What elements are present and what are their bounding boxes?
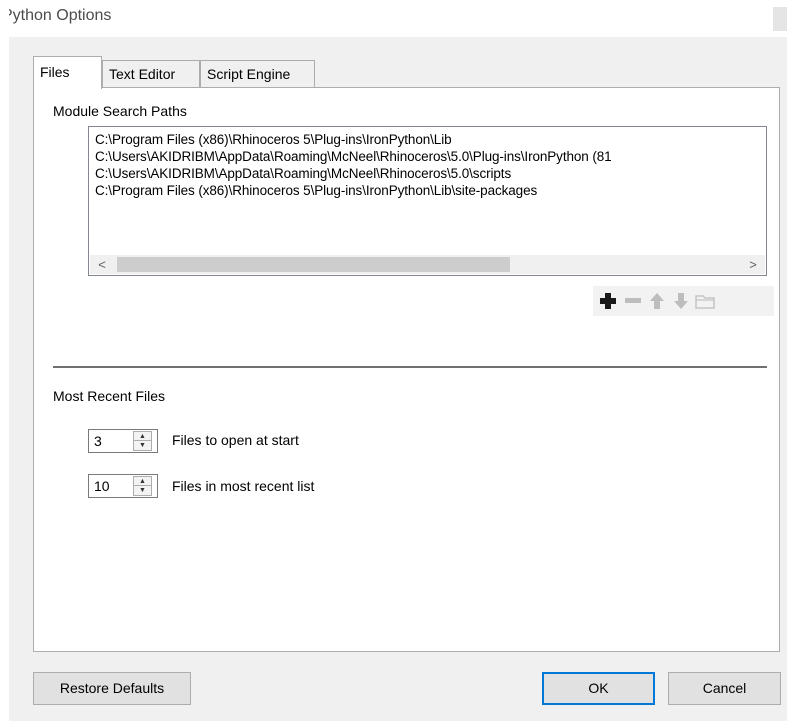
files-in-list-stepper[interactable]: 10 ▲ ▼ bbox=[88, 474, 158, 498]
add-icon[interactable] bbox=[597, 290, 619, 312]
window-title: Python Options bbox=[2, 7, 112, 24]
files-to-open-spin-buttons[interactable]: ▲ ▼ bbox=[133, 431, 152, 451]
tab-script-engine[interactable]: Script Engine bbox=[200, 60, 315, 88]
close-button[interactable] bbox=[773, 7, 787, 31]
tab-files[interactable]: Files bbox=[33, 56, 102, 89]
list-item[interactable]: C:\Users\AKIDRIBM\AppData\Roaming\McNeel… bbox=[95, 149, 612, 164]
remove-icon[interactable] bbox=[622, 290, 644, 312]
tab-text-editor[interactable]: Text Editor bbox=[102, 60, 200, 88]
tab-files-label: Files bbox=[40, 64, 70, 80]
scroll-left-button[interactable]: < bbox=[92, 255, 112, 274]
move-up-icon[interactable] bbox=[646, 290, 668, 312]
list-item[interactable]: C:\Program Files (x86)\Rhinoceros 5\Plug… bbox=[95, 132, 452, 147]
files-in-list-value[interactable]: 10 bbox=[94, 478, 110, 494]
module-search-paths-list[interactable]: C:\Program Files (x86)\Rhinoceros 5\Plug… bbox=[88, 126, 767, 276]
ok-button[interactable]: OK bbox=[542, 672, 655, 705]
list-item[interactable]: C:\Program Files (x86)\Rhinoceros 5\Plug… bbox=[95, 183, 537, 198]
module-search-paths-label: Module Search Paths bbox=[53, 103, 187, 119]
folder-icon[interactable] bbox=[694, 290, 716, 312]
scrollbar-thumb[interactable] bbox=[117, 257, 510, 272]
files-in-list-label: Files in most recent list bbox=[172, 478, 315, 494]
horizontal-scrollbar[interactable]: < > bbox=[90, 255, 765, 274]
files-to-open-value[interactable]: 3 bbox=[94, 433, 102, 449]
section-divider bbox=[53, 366, 767, 368]
list-item[interactable]: C:\Users\AKIDRIBM\AppData\Roaming\McNeel… bbox=[95, 166, 511, 181]
spin-down-icon[interactable]: ▼ bbox=[134, 441, 151, 450]
files-to-open-stepper[interactable]: 3 ▲ ▼ bbox=[88, 429, 158, 453]
restore-defaults-button[interactable]: Restore Defaults bbox=[33, 672, 191, 705]
most-recent-files-label: Most Recent Files bbox=[53, 388, 166, 404]
files-to-open-label: Files to open at start bbox=[172, 432, 299, 448]
cancel-button[interactable]: Cancel bbox=[668, 672, 781, 705]
spin-down-icon[interactable]: ▼ bbox=[134, 486, 151, 495]
move-down-icon[interactable] bbox=[670, 290, 692, 312]
tab-script-engine-label: Script Engine bbox=[207, 66, 291, 82]
tab-text-editor-label: Text Editor bbox=[109, 66, 176, 82]
python-options-dialog: Python Options Files Text Editor Script … bbox=[0, 0, 787, 721]
window-edge bbox=[0, 0, 9, 721]
path-toolbar bbox=[593, 286, 774, 316]
files-in-list-spin-buttons[interactable]: ▲ ▼ bbox=[133, 476, 152, 496]
spin-up-icon[interactable]: ▲ bbox=[134, 432, 151, 441]
scroll-right-button[interactable]: > bbox=[743, 255, 763, 274]
title-bar: Python Options bbox=[0, 0, 787, 37]
spin-up-icon[interactable]: ▲ bbox=[134, 477, 151, 486]
